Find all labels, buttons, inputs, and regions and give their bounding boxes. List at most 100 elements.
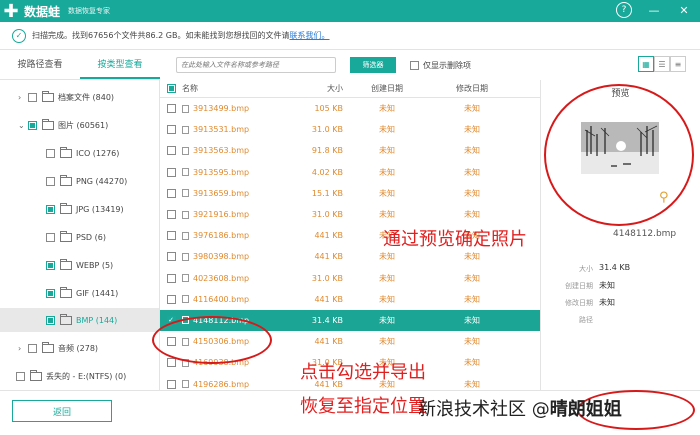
tree-item-ico[interactable]: ICO (1276) — [0, 143, 159, 163]
preview-meta-label: 创建日期 — [565, 282, 593, 290]
tree-checkbox[interactable] — [46, 288, 55, 298]
tree-item-archives[interactable]: › 档案文件 (840) — [0, 87, 159, 107]
file-name: 3980398.bmp — [193, 252, 250, 262]
tree-item-label: PNG (44270) — [76, 176, 128, 186]
tree-item-images[interactable]: ⌄ 图片 (60561) — [0, 115, 159, 135]
file-modified: 未知 — [464, 125, 480, 135]
tree-item-gif[interactable]: GIF (1441) — [0, 283, 159, 303]
deleted-only-checkbox[interactable] — [410, 60, 419, 70]
watermark-name: 晴朗姐姐 — [549, 399, 622, 420]
list-view-icon[interactable]: ☰ — [654, 56, 670, 72]
filter-button[interactable]: 筛选器 — [350, 57, 396, 73]
folder-icon — [42, 90, 54, 102]
file-created: 未知 — [379, 252, 395, 262]
file-modified: 未知 — [464, 315, 480, 325]
tree-checkbox[interactable] — [46, 204, 55, 214]
row-checkbox[interactable] — [166, 104, 176, 114]
chevron-down-icon[interactable]: ⌄ — [18, 121, 28, 130]
row-checkbox[interactable] — [166, 358, 176, 368]
tree-item-webp[interactable]: WEBP (5) — [0, 255, 159, 275]
file-modified: 未知 — [464, 188, 480, 198]
title-bar: ✚ 数据蛙 数据恢复专家 ? — ✕ — [0, 0, 700, 22]
file-created: 未知 — [379, 167, 395, 177]
select-all-checkbox[interactable] — [166, 84, 176, 93]
row-checkbox[interactable] — [166, 294, 176, 304]
toolbar: 筛选器 仅显示删除项 ▦ ☰ ≡ — [160, 50, 700, 80]
table-row[interactable]: 3913595.bmp 4.02 KB 未知 未知 — [160, 162, 540, 183]
selected-row-highlight-ellipse — [152, 316, 272, 364]
search-input[interactable] — [176, 57, 336, 73]
table-row[interactable]: 3913531.bmp 31.0 KB 未知 未知 — [160, 119, 540, 140]
file-name: 3913563.bmp — [193, 146, 250, 156]
row-checkbox[interactable] — [166, 273, 176, 283]
table-row[interactable]: 3913659.bmp 15.1 KB 未知 未知 — [160, 183, 540, 204]
table-row[interactable]: 4023608.bmp 31.0 KB 未知 未知 — [160, 268, 540, 289]
file-modified: 未知 — [464, 358, 480, 368]
row-checkbox[interactable] — [166, 231, 176, 241]
bmp-file-icon — [182, 274, 189, 283]
tree-checkbox[interactable] — [28, 120, 37, 130]
tree-checkbox[interactable] — [46, 232, 55, 242]
file-name: 4196286.bmp — [193, 379, 250, 389]
deleted-only-label: 仅显示删除项 — [423, 60, 471, 70]
folder-icon — [60, 258, 72, 270]
tree-checkbox[interactable] — [46, 176, 55, 186]
tree-item-label: JPG (13419) — [76, 204, 124, 214]
tree-checkbox[interactable] — [46, 148, 55, 158]
file-modified: 未知 — [464, 252, 480, 262]
row-checkbox[interactable] — [166, 252, 176, 262]
row-checkbox[interactable] — [166, 210, 176, 220]
tree-checkbox[interactable] — [46, 260, 55, 270]
preview-meta-label: 修改日期 — [565, 299, 593, 307]
tree-item-label: 丢失的 - E:(NTFS) (0) — [46, 371, 127, 381]
folder-icon — [42, 341, 54, 353]
tree-item-bmp[interactable]: BMP (144) — [0, 308, 159, 332]
tab-by-type[interactable]: 按类型查看 — [80, 50, 160, 79]
file-size: 91.8 KB — [311, 146, 343, 156]
file-created: 未知 — [379, 188, 395, 198]
column-name[interactable]: 名称 — [182, 83, 277, 94]
table-row[interactable]: 4116400.bmp 441 KB 未知 未知 — [160, 289, 540, 310]
table-row[interactable]: 3921916.bmp 31.0 KB 未知 未知 — [160, 204, 540, 225]
column-modified[interactable]: 修改日期 — [427, 83, 517, 94]
table-row[interactable]: 3913563.bmp 91.8 KB 未知 未知 — [160, 140, 540, 161]
row-checkbox[interactable] — [166, 167, 176, 177]
contact-us-link[interactable]: 联系我们。 — [290, 31, 330, 40]
table-row[interactable]: 3913499.bmp 105 KB 未知 未知 — [160, 98, 540, 119]
tree-item-psd[interactable]: PSD (6) — [0, 227, 159, 247]
chevron-right-icon[interactable]: › — [18, 93, 28, 102]
bmp-file-icon — [182, 104, 189, 113]
column-size[interactable]: 大小 — [277, 83, 347, 94]
tree-checkbox[interactable] — [28, 92, 37, 102]
watermark-prefix: 新浪技术社区 @ — [418, 399, 550, 420]
tab-by-path[interactable]: 按路径查看 — [0, 50, 80, 79]
folder-icon — [60, 286, 72, 298]
tree-checkbox[interactable] — [46, 315, 55, 325]
close-icon[interactable]: ✕ — [676, 2, 692, 18]
file-modified: 未知 — [464, 210, 480, 220]
column-created[interactable]: 创建日期 — [347, 83, 427, 94]
tree-item-label: ICO (1276) — [76, 148, 120, 158]
help-icon[interactable]: ? — [616, 2, 632, 18]
grid-view-icon[interactable]: ▦ — [638, 56, 654, 72]
minimize-icon[interactable]: — — [646, 2, 662, 18]
row-checkbox[interactable] — [166, 379, 176, 389]
tree-item-lost[interactable]: 丢失的 - E:(NTFS) (0) — [0, 366, 159, 386]
tree-item-audio[interactable]: › 音频 (278) — [0, 338, 159, 358]
tree-checkbox[interactable] — [28, 343, 37, 353]
row-checkbox[interactable] — [166, 188, 176, 198]
chevron-right-icon[interactable]: › — [18, 344, 28, 353]
row-checkbox[interactable] — [166, 146, 176, 156]
back-button[interactable]: 返回 — [12, 400, 112, 422]
folder-icon — [60, 313, 72, 325]
file-name: 3913499.bmp — [193, 104, 250, 114]
row-checkbox[interactable] — [166, 125, 176, 135]
deleted-only-toggle[interactable]: 仅显示删除项 — [410, 60, 471, 71]
bmp-file-icon — [182, 125, 189, 134]
detail-view-icon[interactable]: ≡ — [670, 56, 686, 72]
tree-item-jpg[interactable]: JPG (13419) — [0, 199, 159, 219]
preview-meta-value: 未知 — [599, 281, 615, 290]
tree-checkbox[interactable] — [16, 371, 25, 381]
file-created: 未知 — [379, 273, 395, 283]
tree-item-png[interactable]: PNG (44270) — [0, 171, 159, 191]
